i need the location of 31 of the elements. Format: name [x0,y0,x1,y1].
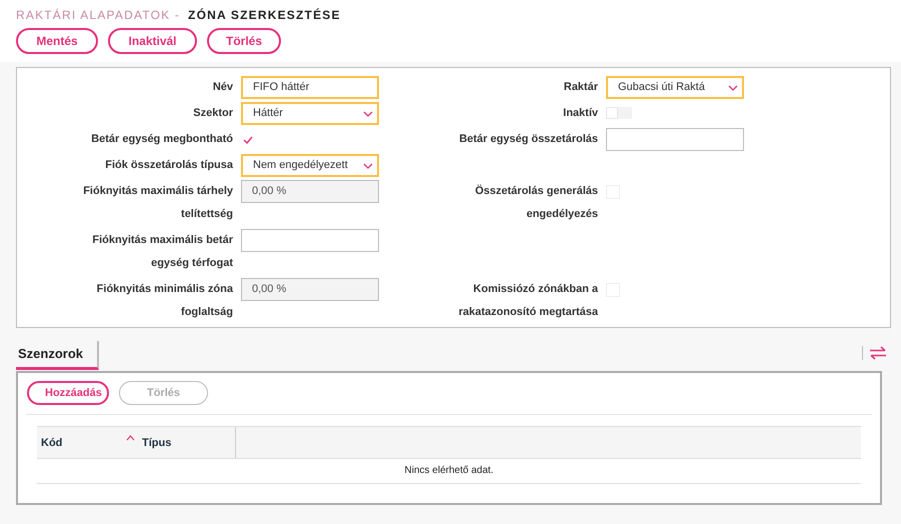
swap-arrows-icon[interactable] [862,346,887,360]
field-label: Raktár [562,80,598,95]
action-button[interactable]: Mentés [16,28,98,54]
field-label: Fiók összetárolás típusa [104,158,233,173]
field-label: Összetárolás generálás engedélyezés [474,184,598,222]
chevron-down-icon [728,84,738,90]
chevron-down-icon [363,110,373,116]
input-field[interactable] [606,128,744,151]
field-label: Betár egység megbontható [90,132,233,147]
field-label: Szektor [192,106,233,121]
field-label: Fióknyitás maximális betár egység térfogat [91,233,233,271]
page-title: ZÓNA SZERKESZTÉSE [188,8,341,22]
chevron-down-icon [363,162,373,168]
input-field[interactable] [241,229,379,252]
field-label: Inaktív [562,106,598,121]
toggle-switch[interactable] [606,107,632,119]
dropdown-field[interactable]: Háttér [241,102,379,125]
field-label: Név [212,80,233,95]
field-label: Betár egység összetárolás [458,132,598,147]
column-header[interactable]: Típus [138,427,236,458]
action-button[interactable]: Törlés [207,28,281,54]
action-button[interactable]: Hozzáadás [27,381,109,405]
field-label: Komissiózó zónákban a rakatazonosító megtartása [458,282,598,320]
action-button[interactable]: Inaktivál [108,28,197,54]
dropdown-field[interactable]: Nem engedélyezett [241,154,379,177]
field-label: Fióknyitás minimális zóna foglaltság [96,282,233,320]
dropdown-field[interactable]: Gubacsi úti Raktá [606,76,744,99]
input-field[interactable]: FIFO háttér [241,76,379,99]
empty-message: Nincs elérhető adat. [37,459,861,484]
field-label: Fióknyitás maximális tárhely telítettség [82,184,233,222]
column-header[interactable]: Kód [37,427,138,458]
